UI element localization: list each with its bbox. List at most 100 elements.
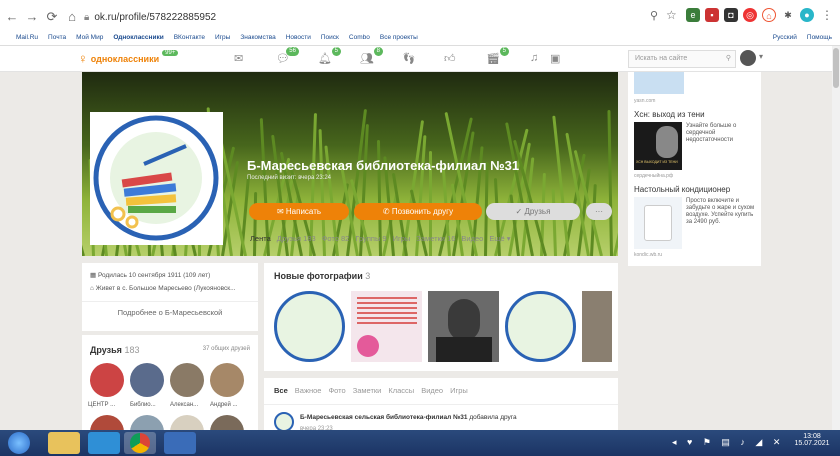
avatar[interactable]	[274, 412, 294, 432]
chrome-logo	[130, 433, 150, 453]
feed-tab-important[interactable]: Важное	[295, 386, 322, 395]
chevron-down-icon[interactable]: ▾	[759, 52, 763, 61]
bookmark[interactable]: Combo	[349, 34, 370, 41]
photo-thumbnail[interactable]	[274, 291, 345, 362]
mutual-friends[interactable]: 37 общих друзей	[203, 346, 250, 352]
star-icon[interactable]: ☆	[666, 8, 677, 22]
extension-icon[interactable]: ▪	[705, 8, 719, 22]
friends-button-label: Друзья	[524, 207, 551, 216]
more-info-link[interactable]: Подробнее о Б-Маресьевской	[82, 308, 258, 317]
discussions-icon[interactable]: 💬︎ 56	[276, 47, 299, 65]
bookmark[interactable]: Почта	[48, 34, 66, 41]
tab-more[interactable]: Ещё ▾	[489, 234, 510, 243]
help-link[interactable]: Помощь	[807, 34, 832, 41]
mail-icon[interactable]: ✉	[234, 52, 243, 65]
feed-tab-notes[interactable]: Заметки	[353, 386, 382, 395]
tv-icon[interactable]: ▣	[550, 52, 560, 65]
avatar[interactable]: ●	[800, 8, 814, 22]
extension-icon[interactable]: ◘	[724, 8, 738, 22]
photo-thumbnail[interactable]	[428, 291, 499, 362]
tab-games[interactable]: Игры	[393, 234, 411, 243]
video-badge: 5	[499, 47, 509, 56]
friend-avatar[interactable]	[210, 363, 244, 397]
back-icon[interactable]: ←	[4, 9, 20, 24]
ad-title[interactable]: Хсн: выход из тени	[634, 110, 705, 119]
photos-title[interactable]: Новые фотографии 3	[274, 271, 370, 281]
ok-logo[interactable]: ♀ одноклассники 99+	[78, 49, 179, 66]
bookmark[interactable]: Mail.Ru	[16, 34, 38, 41]
bookmark[interactable]: Поиск	[321, 34, 339, 41]
bookmark[interactable]: Новости	[286, 34, 311, 41]
bookmark[interactable]: Игры	[215, 34, 230, 41]
write-button[interactable]: ✉ Написать	[249, 203, 349, 220]
phone-icon: ✆	[382, 207, 392, 216]
notifications-icon[interactable]: 🔔︎ 5	[318, 47, 341, 65]
post-author[interactable]: Б-Маресьевская сельская библиотека-филиа…	[300, 414, 468, 421]
bookmark[interactable]: ВКонтакте	[174, 34, 205, 41]
friend-name[interactable]: Библио...	[130, 402, 156, 408]
tray-icons[interactable]: ◂ ♥ ⚑ ▤ ♪ ◢ ✕	[672, 437, 784, 448]
tab-groups[interactable]: Группы 9	[355, 234, 386, 243]
language-select[interactable]: Русский	[773, 34, 797, 41]
more-button[interactable]: ···	[586, 203, 612, 220]
chrome-icon[interactable]	[124, 432, 156, 454]
photo-thumbnail[interactable]	[351, 291, 422, 362]
ad-source: сердечныйна.рф	[634, 173, 674, 179]
scrollbar-thumb[interactable]	[833, 48, 839, 88]
explorer-icon[interactable]	[48, 432, 80, 454]
tab-notes[interactable]: Заметки 16	[416, 234, 455, 243]
profile-avatar[interactable]	[90, 112, 223, 245]
friend-avatar[interactable]	[170, 363, 204, 397]
friend-name[interactable]: Андрей ...	[210, 402, 238, 408]
friends-card: Друзья 183 37 общих друзей ЦЕНТР ... Биб…	[82, 335, 258, 445]
likes-icon[interactable]: 👍︎	[444, 52, 456, 65]
feed-tab-photo[interactable]: Фото	[328, 386, 345, 395]
zoom-app-icon[interactable]	[88, 432, 120, 454]
friend-name[interactable]: Алексан...	[170, 402, 198, 408]
ad-image[interactable]	[634, 197, 682, 249]
tab-friends[interactable]: Друзья 183	[277, 234, 316, 243]
clock[interactable]: 13:08 15.07.2021	[790, 433, 834, 447]
address-bar[interactable]: 🔒︎ ok.ru/profile/578222885952	[84, 7, 624, 27]
photo-thumbnail[interactable]	[505, 291, 576, 362]
document-icon[interactable]	[164, 432, 196, 454]
ad-title[interactable]: Настольный кондиционер	[634, 185, 730, 194]
friends-title[interactable]: Друзья 183	[90, 345, 139, 355]
menu-icon[interactable]: ⋮	[821, 8, 833, 22]
friend-avatar[interactable]	[130, 363, 164, 397]
guests-icon[interactable]: 👣︎	[402, 52, 416, 65]
friend-avatar[interactable]	[90, 363, 124, 397]
search-input[interactable]: Искать на сайте ⚲	[628, 50, 736, 68]
ad-image[interactable]	[634, 72, 684, 94]
extension-icon[interactable]: ⌂	[762, 8, 776, 22]
feed-tab-games[interactable]: Игры	[450, 386, 468, 395]
call-button[interactable]: ✆ Позвонить другу	[354, 203, 482, 220]
friends-button[interactable]: ✓ Друзья	[486, 203, 580, 220]
tab-video[interactable]: Видео	[461, 234, 483, 243]
avatar[interactable]	[740, 50, 756, 66]
bookmark[interactable]: Все проекты	[380, 34, 418, 41]
ad-image[interactable]: ХСН ВЫХОДИТ ИЗ ТЕНИ	[634, 122, 682, 170]
friend-name[interactable]: ЦЕНТР ...	[88, 402, 115, 408]
feed-tab-all[interactable]: Все	[274, 386, 288, 395]
start-icon[interactable]	[8, 432, 30, 454]
friends-icon[interactable]: 👥︎ 8	[360, 47, 383, 65]
bookmark[interactable]: Знакомства	[240, 34, 275, 41]
tab-photos[interactable]: Фото 82	[322, 234, 350, 243]
home-icon[interactable]: ⌂	[64, 9, 80, 24]
feed-tab-classes[interactable]: Классы	[388, 386, 414, 395]
tab-feed[interactable]: Лента	[250, 234, 271, 243]
music-icon[interactable]: ♫	[530, 52, 538, 64]
scrollbar[interactable]	[832, 46, 840, 430]
extension-icon[interactable]: ◎	[743, 8, 757, 22]
forward-icon[interactable]: →	[24, 9, 40, 24]
bookmark[interactable]: Мой Мир	[76, 34, 103, 41]
photo-thumbnail[interactable]	[582, 291, 612, 362]
bookmark[interactable]: Одноклассники	[113, 34, 163, 41]
reload-icon[interactable]: ⟳	[44, 9, 60, 25]
puzzle-icon[interactable]: ✱	[781, 8, 795, 22]
video-icon[interactable]: 🎬︎ 5	[486, 47, 509, 65]
zoom-icon[interactable]: ⚲	[650, 9, 658, 22]
extension-icon[interactable]: e	[686, 8, 700, 22]
feed-tab-video[interactable]: Видео	[421, 386, 443, 395]
